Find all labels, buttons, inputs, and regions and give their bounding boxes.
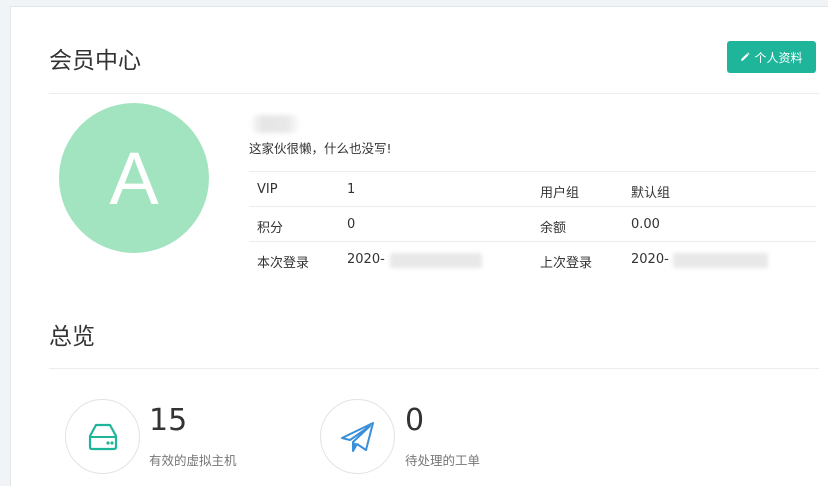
tickets-label[interactable]: 待处理的工单 <box>405 450 480 469</box>
user-group-value: 默认组 <box>631 186 671 201</box>
table-row: 本次登录 2020- 上次登录 2020- <box>249 241 816 276</box>
user-info-table: VIP 1 用户组 默认组 积分 0 余额 0.00 本次登录 2020- 上次… <box>249 171 816 276</box>
username-redacted <box>249 115 301 133</box>
divider <box>49 93 819 94</box>
hosts-label[interactable]: 有效的虚拟主机 <box>149 450 237 469</box>
hosts-count: 15 <box>149 403 188 438</box>
points-value: 0 <box>347 217 356 232</box>
divider <box>49 368 819 369</box>
member-center-panel: 会员中心 个人资料 A 这家伙很懒，什么也没写! VIP 1 用户组 默认组 积… <box>10 6 828 486</box>
avatar: A <box>59 103 209 253</box>
balance-value: 0.00 <box>631 217 660 232</box>
pencil-icon <box>741 52 751 61</box>
profile-button-label: 个人资料 <box>754 50 803 65</box>
paper-plane-icon <box>340 421 374 452</box>
current-login-redacted <box>390 253 482 268</box>
balance-label: 余额 <box>540 221 567 236</box>
overview-title: 总览 <box>49 324 95 350</box>
table-row: 积分 0 余额 0.00 <box>249 206 816 241</box>
user-group-label: 用户组 <box>540 186 580 201</box>
last-login-value: 2020- <box>631 252 669 267</box>
vip-label: VIP <box>257 182 278 197</box>
profile-button[interactable]: 个人资料 <box>727 41 816 73</box>
table-row: VIP 1 用户组 默认组 <box>249 171 816 206</box>
current-login-value: 2020- <box>347 252 385 267</box>
vip-value: 1 <box>347 182 356 197</box>
current-login-label: 本次登录 <box>257 256 310 271</box>
hosts-stat-circle[interactable] <box>65 399 140 474</box>
points-label: 积分 <box>257 221 284 236</box>
tickets-count: 0 <box>405 403 425 438</box>
server-icon <box>88 423 117 450</box>
tickets-stat-circle[interactable] <box>320 399 395 474</box>
last-login-label: 上次登录 <box>540 256 593 271</box>
last-login-redacted <box>673 253 768 268</box>
page-title: 会员中心 <box>49 48 141 74</box>
user-bio: 这家伙很懒，什么也没写! <box>249 141 392 156</box>
